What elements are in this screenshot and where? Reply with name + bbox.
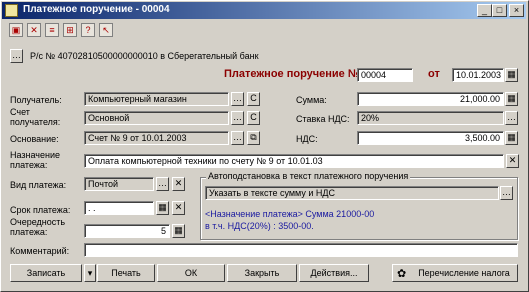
recipient-account-c-button[interactable]: С [247,111,260,125]
payment-type-clear-icon[interactable]: ✕ [172,177,185,191]
vat-rate-label: Ставка НДС: [296,114,350,124]
priority-field[interactable]: 5 [84,224,170,238]
recipient-account-select-button[interactable]: … [231,111,244,125]
close-form-button[interactable]: Закрыть [227,264,297,282]
due-date-clear-icon[interactable]: ✕ [172,201,185,215]
payment-type-select-button[interactable]: … [156,177,169,191]
new-document-icon[interactable]: ▣ [9,23,23,37]
tax-transfer-icon: ✿ [397,268,407,280]
due-date-field[interactable]: . . [84,201,154,215]
account-line: Р/с № 40702810500000000010 в Сберегатель… [30,51,259,61]
priority-spin-icon[interactable]: ▦ [172,224,185,238]
delete-document-icon[interactable]: ✕ [27,23,41,37]
print-button[interactable]: Печать [97,264,155,282]
minimize-button[interactable]: _ [477,4,492,17]
basis-field[interactable]: Счет № 9 от 10.01.2003 [84,131,229,145]
calculator-icon[interactable]: ▦ [505,92,518,106]
transfer-tax-label: Перечисление налога [418,268,510,278]
auto-substitution-dropdown-button[interactable]: … [500,186,513,200]
vat-label: НДС: [296,134,318,144]
document-number-field[interactable]: 00004 [357,68,413,82]
purpose-field[interactable]: Оплата компьютерной техники по счету № 9… [84,154,504,168]
vat-rate-dropdown-button[interactable]: … [505,111,518,125]
payment-type-label: Вид платежа: [10,180,67,190]
priority-label: Очередность платежа: [10,217,66,237]
actions-button[interactable]: Действия... [299,264,369,282]
journal-icon[interactable]: ≡ [45,23,59,37]
save-menu-arrow-icon[interactable]: ▾ [84,264,96,282]
document-date-field[interactable]: 10.01.2003 [452,68,504,82]
due-date-label: Срок платежа: [10,205,71,215]
auto-substitution-preview-line1: <Назначение платежа> Сумма 21000-00 [205,209,375,219]
title-bar[interactable]: Платежное поручение - 00004 _ □ × [2,2,526,19]
recipient-field[interactable]: Компьютерный магазин [84,92,229,106]
structure-icon[interactable]: ⊞ [63,23,77,37]
document-icon [5,4,18,17]
close-button[interactable]: × [509,4,524,17]
auto-substitution-legend: Автоподстановка в текст платежного поруч… [206,171,411,181]
recipient-account-label: Счет получателя: [10,107,61,127]
recipient-label: Получатель: [10,95,62,105]
comment-field[interactable] [84,243,518,257]
basis-copy-icon[interactable]: ⧉ [247,131,260,145]
save-button[interactable]: Записать [10,264,82,282]
basis-select-button[interactable]: … [231,131,244,145]
account-select-button[interactable]: … [10,49,23,63]
vat-field[interactable]: 3,500.00 [357,131,504,145]
vat-rate-field[interactable]: 20% [357,111,504,125]
pointer-help-icon[interactable]: ↖ [99,23,113,37]
window-title: Платежное поручение - 00004 [23,4,170,15]
document-heading: Платежное поручение № [224,68,361,80]
purpose-label: Назначение платежа: [10,150,61,170]
comment-label: Комментарий: [10,246,70,256]
sum-field[interactable]: 21,000.00 [357,92,504,106]
auto-substitution-preview-line2: в т.ч. НДС(20%) : 3500-00. [205,221,314,231]
ok-button[interactable]: ОК [157,264,225,282]
payment-type-field[interactable]: Почтой [84,177,154,191]
recipient-account-field[interactable]: Основной [84,111,229,125]
transfer-tax-button[interactable]: ✿ Перечисление налога [392,264,518,282]
basis-label: Основание: [10,134,59,144]
purpose-clear-icon[interactable]: ✕ [506,154,519,168]
calendar-icon[interactable]: ▦ [505,68,518,82]
date-from-label: от [428,68,440,80]
maximize-button[interactable]: □ [492,4,507,17]
vat-calculator-icon[interactable]: ▦ [505,131,518,145]
help-icon[interactable]: ? [81,23,95,37]
sum-label: Сумма: [296,95,327,105]
auto-substitution-mode-field[interactable]: Указать в тексте сумму и НДС [205,186,499,200]
recipient-c-button[interactable]: С [247,92,260,106]
due-date-calendar-icon[interactable]: ▦ [156,201,169,215]
recipient-select-button[interactable]: … [231,92,244,106]
